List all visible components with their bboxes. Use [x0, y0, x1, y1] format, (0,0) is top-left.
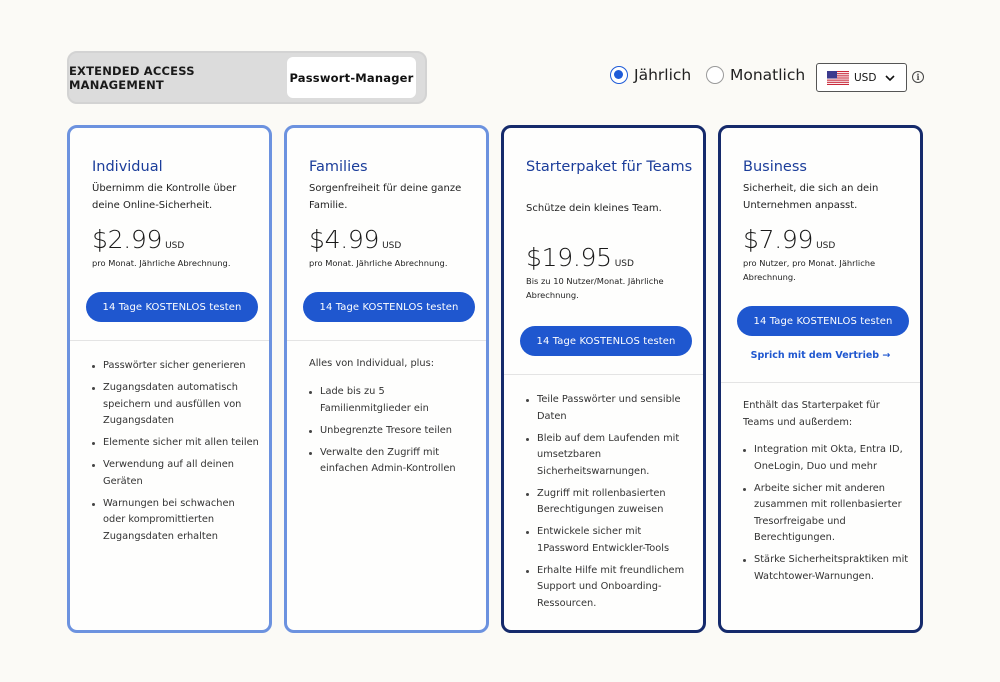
- contact-sales-link[interactable]: Sprich mit dem Vertrieb →: [721, 350, 920, 361]
- price-block: $2.99 USD: [92, 225, 184, 254]
- plan-price: $2.99: [92, 225, 163, 254]
- plan-price: $19.95: [526, 243, 612, 272]
- feature-item: Teile Passwörter und sensible Daten: [526, 392, 694, 425]
- price-note: pro Monat. Jährliche Abrechnung.: [92, 258, 231, 268]
- feature-item: Elemente sicher mit allen teilen: [92, 435, 260, 452]
- divider: [721, 382, 920, 383]
- feature-item: Unbegrenzte Tresore teilen: [309, 423, 477, 440]
- plan-title: Starterpaket für Teams: [526, 159, 693, 175]
- chevron-down-icon: [885, 75, 895, 82]
- divider: [70, 340, 269, 341]
- price-note: pro Nutzer, pro Monat. Jährliche Abrechn…: [743, 258, 876, 282]
- feature-item: Stärke Sicherheitspraktiken mit Watchtow…: [743, 552, 911, 585]
- plan-title: Families: [309, 159, 368, 175]
- billing-yearly-option[interactable]: Jährlich: [610, 66, 691, 84]
- monthly-radio[interactable]: [706, 66, 724, 84]
- plan-card-families: Families Sorgenfreiheit für deine ganze …: [284, 125, 489, 633]
- price-block: $19.95 USD: [526, 243, 634, 272]
- feature-item: Zugriff mit rollenbasierten Berechtigung…: [526, 486, 694, 519]
- plan-title: Individual: [92, 159, 163, 175]
- free-trial-button[interactable]: 14 Tage KOSTENLOS testen: [303, 292, 475, 322]
- feature-item: Erhalte Hilfe mit freundlichem Support u…: [526, 563, 694, 613]
- feature-list: Lade bis zu 5 Familienmitglieder ein Unb…: [309, 384, 477, 483]
- divider: [504, 374, 703, 375]
- plan-card-teams-starter: Starterpaket für Teams Schütze dein klei…: [501, 125, 706, 633]
- divider: [287, 340, 486, 341]
- feature-list: Teile Passwörter und sensible Daten Blei…: [526, 392, 694, 618]
- price-currency: USD: [816, 241, 836, 251]
- info-icon[interactable]: i: [912, 71, 924, 83]
- feature-item: Entwickele sicher mit 1Password Entwickl…: [526, 524, 694, 557]
- price-block: $4.99 USD: [309, 225, 401, 254]
- plan-description: Sicherheit, die sich an dein Unternehmen…: [743, 183, 879, 211]
- free-trial-button[interactable]: 14 Tage KOSTENLOS testen: [520, 326, 692, 356]
- free-trial-button[interactable]: 14 Tage KOSTENLOS testen: [737, 306, 909, 336]
- price-currency: USD: [614, 259, 634, 269]
- feature-list: Passwörter sicher generieren Zugangsdate…: [92, 358, 260, 551]
- price-note: pro Monat. Jährliche Abrechnung.: [309, 258, 448, 268]
- plan-price: $4.99: [309, 225, 380, 254]
- price-note: Bis zu 10 Nutzer/Monat. Jährliche Abrech…: [526, 276, 664, 300]
- us-flag-icon: [827, 70, 849, 85]
- currency-select[interactable]: USD: [816, 63, 907, 92]
- plan-title: Business: [743, 159, 807, 175]
- feature-item: Integration mit Okta, Entra ID, OneLogin…: [743, 442, 911, 475]
- feature-item: Lade bis zu 5 Familienmitglieder ein: [309, 384, 477, 417]
- tab-password-manager[interactable]: Passwort-Manager: [287, 57, 416, 98]
- feature-item: Passwörter sicher generieren: [92, 358, 260, 375]
- free-trial-button[interactable]: 14 Tage KOSTENLOS testen: [86, 292, 258, 322]
- feature-item: Warnungen bei schwachen oder kompromitti…: [92, 496, 260, 546]
- plan-description: Sorgenfreiheit für deine ganze Familie.: [309, 183, 462, 211]
- feature-item: Bleib auf dem Laufenden mit umsetzbaren …: [526, 431, 694, 481]
- price-currency: USD: [382, 241, 402, 251]
- feature-intro: Alles von Individual, plus:: [309, 358, 435, 369]
- currency-code: USD: [854, 71, 877, 84]
- feature-item: Zugangsdaten automatisch speichern und a…: [92, 380, 260, 430]
- yearly-radio[interactable]: [610, 66, 628, 84]
- product-segmented-control: EXTENDED ACCESS MANAGEMENT Passwort-Mana…: [67, 51, 427, 104]
- price-currency: USD: [165, 241, 185, 251]
- monthly-label: Monatlich: [730, 66, 806, 84]
- plan-description: Schütze dein kleines Team.: [526, 203, 662, 214]
- feature-item: Verwendung auf all deinen Geräten: [92, 457, 260, 490]
- plan-card-individual: Individual Übernimm die Kontrolle über d…: [67, 125, 272, 633]
- plan-description: Übernimm die Kontrolle über deine Online…: [92, 183, 237, 211]
- feature-intro: Enthält das Starterpaket für Teams und a…: [743, 400, 880, 428]
- billing-monthly-option[interactable]: Monatlich: [706, 66, 805, 84]
- plan-card-business: Business Sicherheit, die sich an dein Un…: [718, 125, 923, 633]
- feature-item: Verwalte den Zugriff mit einfachen Admin…: [309, 445, 477, 478]
- plan-price: $7.99: [743, 225, 814, 254]
- feature-list: Integration mit Okta, Entra ID, OneLogin…: [743, 442, 911, 591]
- yearly-label: Jährlich: [634, 66, 692, 84]
- price-block: $7.99 USD: [743, 225, 835, 254]
- feature-item: Arbeite sicher mit anderen zusammen mit …: [743, 481, 911, 547]
- tab-extended-access-management[interactable]: EXTENDED ACCESS MANAGEMENT: [69, 57, 287, 98]
